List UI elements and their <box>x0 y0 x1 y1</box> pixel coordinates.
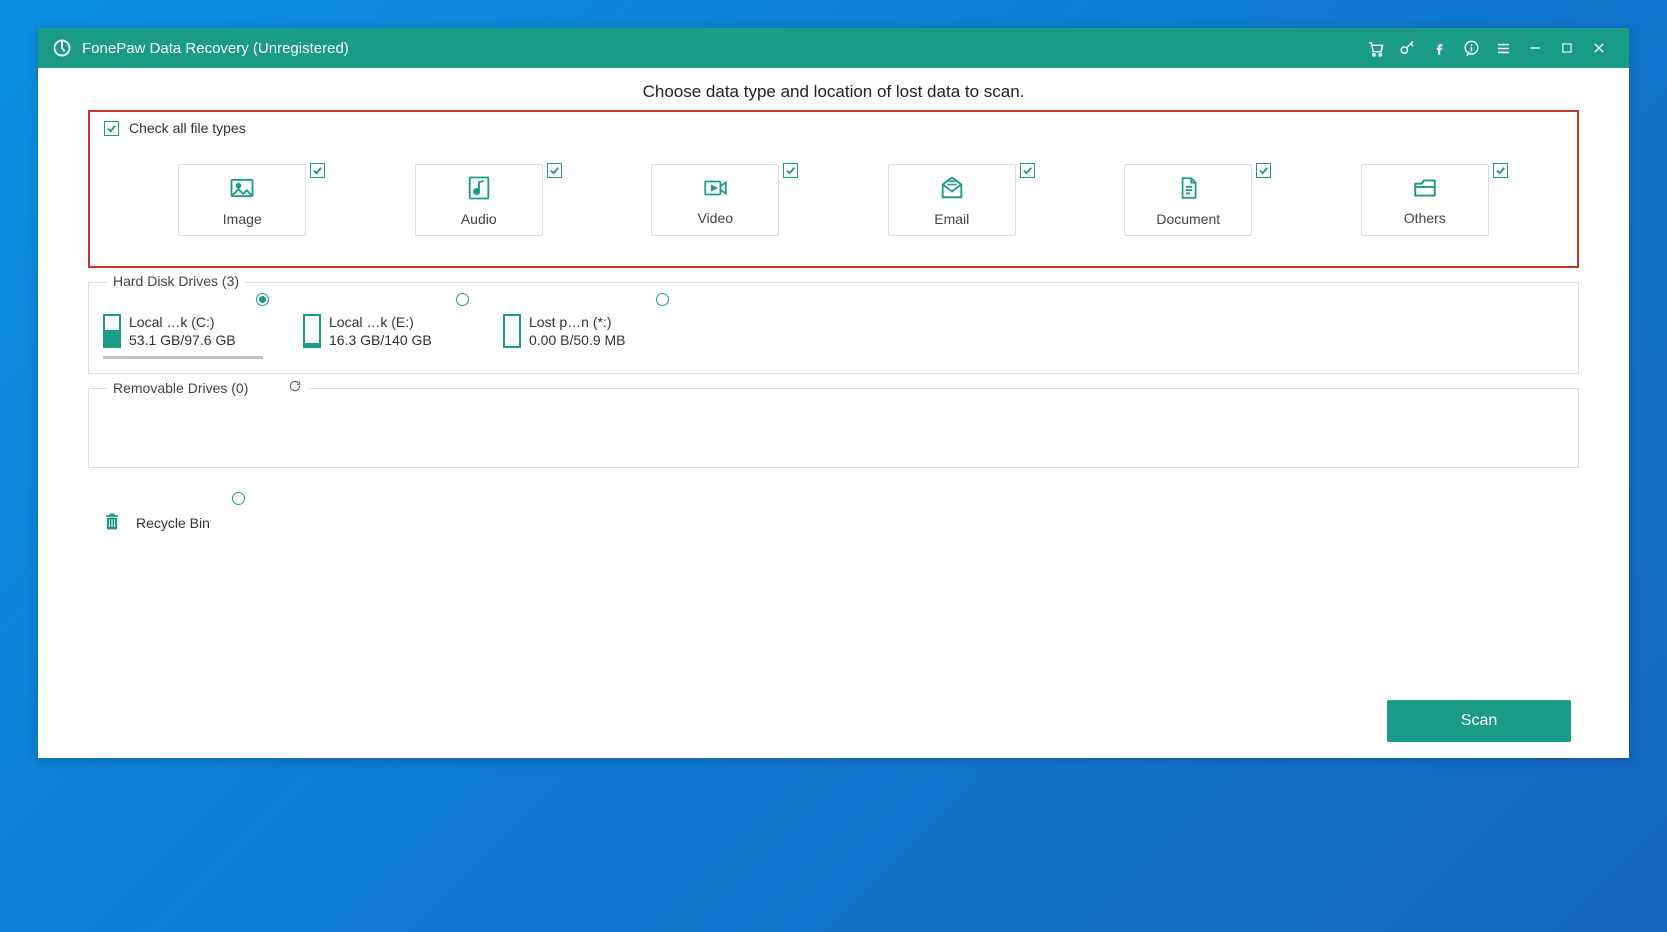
file-type-grid: Image Audio Video Email Document Others <box>104 164 1563 236</box>
feedback-icon[interactable] <box>1455 32 1487 64</box>
menu-icon[interactable] <box>1487 32 1519 64</box>
file-type-image[interactable]: Image <box>178 164 306 236</box>
titlebar: FonePaw Data Recovery (Unregistered) <box>38 28 1629 68</box>
recycle-bin-label: Recycle Bin <box>136 515 210 531</box>
drive-icon <box>103 314 121 348</box>
file-type-label: Document <box>1156 211 1220 227</box>
file-type-video[interactable]: Video <box>651 164 779 236</box>
file-type-document[interactable]: Document <box>1124 164 1252 236</box>
drive-lost-radio[interactable] <box>656 293 669 306</box>
others-icon <box>1410 175 1440 204</box>
trash-icon <box>102 510 122 535</box>
file-type-video-checkbox[interactable] <box>783 163 798 178</box>
file-type-label: Video <box>697 210 733 226</box>
check-all-row[interactable]: Check all file types <box>104 120 1563 136</box>
file-type-image-checkbox[interactable] <box>310 163 325 178</box>
drive-info: Lost p…n (*:)0.00 B/50.9 MB <box>529 313 626 349</box>
file-types-highlight-box: Check all file types Image Audio Video Emai… <box>88 110 1579 268</box>
app-logo-icon <box>52 38 72 58</box>
recycle-radio[interactable] <box>232 492 245 505</box>
content-area: Choose data type and location of lost da… <box>38 68 1629 758</box>
cart-icon[interactable] <box>1359 32 1391 64</box>
removable-drives-label: Removable Drives (0) <box>107 379 308 396</box>
check-all-checkbox[interactable] <box>104 121 119 136</box>
drive-lost[interactable]: Lost p…n (*:)0.00 B/50.9 MB <box>503 307 663 355</box>
drive-info: Local …k (C:)53.1 GB/97.6 GB <box>129 313 236 349</box>
file-type-label: Others <box>1404 210 1446 226</box>
drives-row: Local …k (C:)53.1 GB/97.6 GB Local …k (E:… <box>103 307 1564 355</box>
file-type-others-checkbox[interactable] <box>1493 163 1508 178</box>
maximize-icon[interactable] <box>1551 32 1583 64</box>
window-title: FonePaw Data Recovery (Unregistered) <box>82 40 349 57</box>
removable-label-text: Removable Drives (0) <box>113 380 248 396</box>
file-type-email-checkbox[interactable] <box>1020 163 1035 178</box>
recycle-bin-option[interactable]: Recycle Bin <box>102 510 1565 535</box>
file-type-label: Audio <box>461 211 497 227</box>
close-icon[interactable] <box>1583 32 1615 64</box>
file-type-email[interactable]: Email <box>888 164 1016 236</box>
refresh-icon[interactable] <box>288 379 302 396</box>
app-window: FonePaw Data Recovery (Unregistered) Cho… <box>38 28 1629 758</box>
audio-icon <box>465 174 493 205</box>
drive-e-radio[interactable] <box>456 293 469 306</box>
file-type-audio[interactable]: Audio <box>415 164 543 236</box>
facebook-icon[interactable] <box>1423 32 1455 64</box>
file-type-document-checkbox[interactable] <box>1256 163 1271 178</box>
scan-button[interactable]: Scan <box>1387 700 1571 742</box>
file-type-others[interactable]: Others <box>1361 164 1489 236</box>
file-type-label: Email <box>934 211 969 227</box>
email-icon <box>938 174 966 205</box>
drive-c[interactable]: Local …k (C:)53.1 GB/97.6 GB <box>103 307 263 355</box>
hard-disk-label: Hard Disk Drives (3) <box>107 273 245 289</box>
drive-info: Local …k (E:)16.3 GB/140 GB <box>329 313 432 349</box>
drive-e[interactable]: Local …k (E:)16.3 GB/140 GB <box>303 307 463 355</box>
key-icon[interactable] <box>1391 32 1423 64</box>
check-all-label: Check all file types <box>129 120 246 136</box>
drive-icon <box>303 314 321 348</box>
removable-drives-section: Removable Drives (0) <box>88 388 1579 468</box>
hard-disk-section: Hard Disk Drives (3) Local …k (C:)53.1 G… <box>88 282 1579 374</box>
recycle-bin-section: Recycle Bin <box>88 488 1579 535</box>
instruction-text: Choose data type and location of lost da… <box>88 68 1579 110</box>
drive-c-radio[interactable] <box>256 293 269 306</box>
file-type-audio-checkbox[interactable] <box>547 163 562 178</box>
image-icon <box>228 174 256 205</box>
video-icon <box>700 175 730 204</box>
file-type-label: Image <box>223 211 262 227</box>
minimize-icon[interactable] <box>1519 32 1551 64</box>
drive-icon <box>503 314 521 348</box>
document-icon <box>1175 174 1201 205</box>
